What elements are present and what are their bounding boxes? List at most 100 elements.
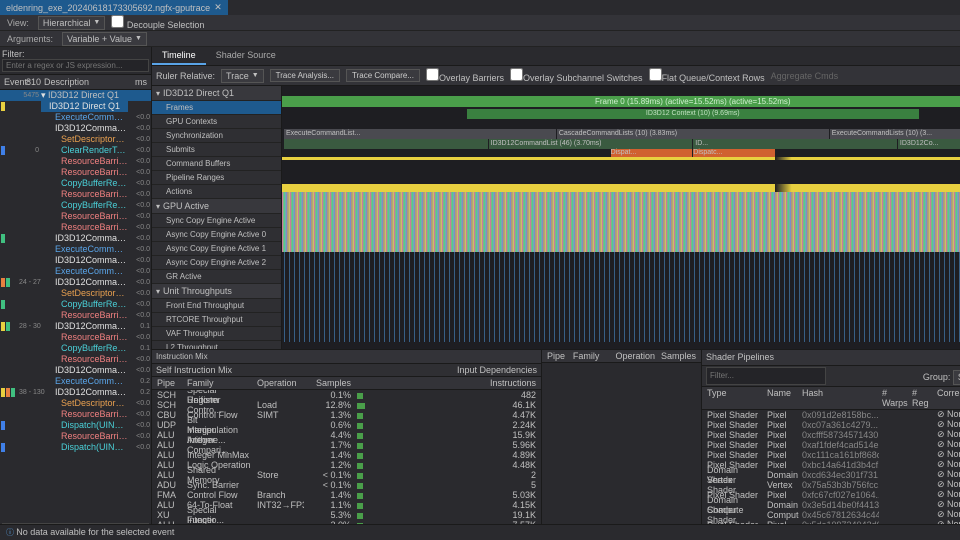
tab-shader[interactable]: Shader Source <box>206 47 286 65</box>
tl-async2[interactable]: Async Copy Engine Active 2 <box>152 256 281 270</box>
overlay-barriers-checkbox[interactable]: Overlay Barriers <box>426 68 504 83</box>
timeline-sections: ▾ ID3D12 Direct Q1 Frames GPU Contexts S… <box>152 86 282 349</box>
timeline-canvas[interactable]: Frame 0 (15.89ms) (active=15.52ms) (acti… <box>282 86 960 349</box>
tree-row[interactable]: ExecuteCommandList(ID3...<0.0 <box>0 266 151 277</box>
tl-sync[interactable]: Synchronization <box>152 129 281 143</box>
tree-row[interactable]: SetDescriptorHeaps(000...<0.0 <box>0 288 151 299</box>
view-dropdown[interactable]: Hierarchical▼ <box>38 16 105 30</box>
tl-submits[interactable]: Submits <box>152 143 281 157</box>
cmd-bar[interactable]: ExecuteCommandList... <box>284 129 556 139</box>
status-bar: ⓘ No data available for the selected eve… <box>0 524 960 540</box>
tl-gpu-active[interactable]: ▾ GPU Active <box>152 199 281 214</box>
trace-analysis-button[interactable]: Trace Analysis... <box>270 69 340 82</box>
instr-row[interactable]: ADUSync. Barrier< 0.1%5 <box>152 480 541 490</box>
tl-pipe[interactable]: Pipeline Ranges <box>152 171 281 185</box>
cmd-bar[interactable]: ExecuteCommandLists (10) (3... <box>830 129 960 139</box>
tree-row[interactable]: CopyBufferRegion(ID3D...0.1 <box>0 343 151 354</box>
shader-row[interactable]: Pixel ShaderPixel0xaf1fdef4cad514e...⊘ N… <box>702 440 960 450</box>
args-label: Arguments: <box>4 33 56 45</box>
frame-bar[interactable]: Frame 0 (15.89ms) (active=15.52ms) (acti… <box>282 96 960 107</box>
tl-fe[interactable]: Front End Throughput <box>152 299 281 313</box>
tl-async1[interactable]: Async Copy Engine Active 1 <box>152 242 281 256</box>
tree-row[interactable]: ResourceBarrier(UINT N...<0.0 <box>0 354 151 365</box>
tab-timeline[interactable]: Timeline <box>152 47 206 65</box>
tree-row[interactable]: ExecuteCommandList(ID3...<0.0 <box>0 112 151 123</box>
tl-async0[interactable]: Async Copy Engine Active 0 <box>152 228 281 242</box>
instr-mix-title: Instruction Mix <box>152 350 541 364</box>
tree-row[interactable]: ResourceBarrier(UINT N...<0.0 <box>0 211 151 222</box>
tree-row[interactable]: CopyBufferRegion(ID3D...<0.0 <box>0 200 151 211</box>
file-tab[interactable]: eldenring_exe_20240618173305692.ngfx-gpu… <box>0 0 228 15</box>
trace-compare-button[interactable]: Trace Compare... <box>346 69 420 82</box>
tl-rtcore[interactable]: RTCORE Throughput <box>152 313 281 327</box>
cmd-bar[interactable]: CascadeCommandLists (10) (3.83ms) <box>557 129 829 139</box>
cmd-bar[interactable]: ID3D12CommandList (46) (3.70ms) <box>489 139 693 149</box>
tree-row[interactable]: 28 - 30ID3D12CommandList (4)0.1 <box>0 321 151 332</box>
cmd-bar[interactable]: ID3D12Co... <box>898 139 960 149</box>
shader-row[interactable]: Vertex ShaderVertex0x75a53b3b756fcc...⊘ … <box>702 480 960 490</box>
close-icon[interactable]: ✕ <box>214 2 222 13</box>
group-dropdown[interactable]: Shader Object▾ <box>953 370 960 385</box>
tree-row[interactable]: ResourceBarrier(UINT N...<0.0 <box>0 431 151 442</box>
tree-row[interactable]: ResourceBarrier(UINT N...<0.0 <box>0 222 151 233</box>
tl-unit[interactable]: ▾ Unit Throughputs <box>152 284 281 299</box>
tree-row[interactable]: CopyBufferRegion(ID3D...<0.0 <box>0 178 151 189</box>
filter-input[interactable] <box>2 59 149 72</box>
instr-row[interactable]: FMAControl FlowBranch1.4%5.03K <box>152 490 541 500</box>
tl-sync-copy[interactable]: Sync Copy Engine Active <box>152 214 281 228</box>
shader-row[interactable]: Pixel ShaderPixel0xc111ca161bf868d...⊘ N… <box>702 450 960 460</box>
center-tabs: Timeline Shader Source <box>152 47 960 66</box>
tree-row[interactable]: ID3D12CommandList (0)<0.0 <box>0 123 151 134</box>
shader-pipelines-panel: Shader PipelinesID3D12Device ▾ Total Sam… <box>702 350 960 539</box>
instr-row[interactable]: ALUInteger MinMax1.4%4.89K <box>152 450 541 460</box>
flat-checkbox[interactable]: Flat Queue/Context Rows <box>649 68 765 83</box>
tree-row[interactable]: ExecuteCommandList(ID3...<0.0 <box>0 244 151 255</box>
tree-row[interactable]: ResourceBarrier(UINT N...<0.0 <box>0 156 151 167</box>
tree-row[interactable]: ID3D12CommandList (1)<0.0 <box>0 233 151 244</box>
ruler-label: Ruler Relative: <box>156 71 215 81</box>
tree-root[interactable]: 5475▾ ID3D12 Direct Q1 <box>0 90 151 101</box>
ruler-dropdown[interactable]: Trace▼ <box>221 69 264 83</box>
tree-row[interactable]: ResourceBarrier(UINT N...<0.0 <box>0 409 151 420</box>
main-toolbar: View: Hierarchical▼ Decouple Selection <box>0 15 960 31</box>
shader-row[interactable]: Pixel ShaderPixel0xcfff58734571430...⊘ N… <box>702 430 960 440</box>
args-dropdown[interactable]: Variable + Value▼ <box>62 32 147 46</box>
tl-vaf[interactable]: VAF Throughput <box>152 327 281 341</box>
tree-row[interactable]: 0ClearRenderTargetView(...<0.0 <box>0 145 151 156</box>
tl-gr[interactable]: GR Active <box>152 270 281 284</box>
tree-header: Event:810Descriptionms <box>0 75 151 90</box>
instr-row[interactable]: ALUShared MemoryStore< 0.1%2 <box>152 470 541 480</box>
shader-filter[interactable] <box>706 367 826 385</box>
tree-row[interactable]: ID3D12 Direct Q1 <box>0 101 151 112</box>
tree-row[interactable]: SetDescriptorHeaps(000...<0.0 <box>0 134 151 145</box>
event-tree-panel: Filter: Event:810Descriptionms 5475▾ ID3… <box>0 47 152 539</box>
instr-row[interactable]: SCHUniform Contro...Load12.8%46.1K <box>152 400 541 410</box>
tree-row[interactable]: ID3D12CommandList (2)<0.0 <box>0 255 151 266</box>
tree-row[interactable]: 38 - 130ID3D12CommandList (6)0.2 <box>0 387 151 398</box>
decouple-checkbox[interactable]: Decouple Selection <box>111 15 204 30</box>
cmd-bar[interactable] <box>284 139 488 149</box>
shader-row[interactable]: Compute ShaderCompute0x45c67812634c44...… <box>702 510 960 520</box>
overlay-sub-checkbox[interactable]: Overlay Subchannel Switches <box>510 68 643 83</box>
tree-row[interactable]: Dispatch(UINT ThreadG...<0.0 <box>0 420 151 431</box>
tree-row[interactable]: ResourceBarrier(UINT N...<0.0 <box>0 332 151 343</box>
tree-row[interactable]: ResourceBarrier(UINT N...<0.0 <box>0 167 151 178</box>
tl-frames[interactable]: Frames <box>152 101 281 115</box>
context-bar[interactable]: ID3D12 Context (10) (9.69ms) <box>467 109 919 119</box>
tree-row[interactable]: ResourceBarrier(UINT N...<0.0 <box>0 310 151 321</box>
tl-gpu-ctx[interactable]: GPU Contexts <box>152 115 281 129</box>
instr-row[interactable]: ALUInteger Compari...1.7%5.96K <box>152 440 541 450</box>
tree-row[interactable]: 24 - 27ID3D12CommandList (3)<0.0 <box>0 277 151 288</box>
tl-d3d[interactable]: ▾ ID3D12 Direct Q1 <box>152 86 281 101</box>
tree-row[interactable]: ID3D12CommandList (5)<0.0 <box>0 365 151 376</box>
tree-row[interactable]: ResourceBarrier(UINT N...<0.0 <box>0 189 151 200</box>
tree-row[interactable]: Dispatch(UINT ThreadG...<0.0 <box>0 442 151 453</box>
shader-row[interactable]: Pixel ShaderPixel0xc07a361c4279...⊘ None… <box>702 420 960 430</box>
tree-row[interactable]: CopyBufferRegion(ID3D...<0.0 <box>0 299 151 310</box>
tl-actions[interactable]: Actions <box>152 185 281 199</box>
tree-row[interactable]: SetDescriptorHeaps(000...<0.0 <box>0 398 151 409</box>
tree-row[interactable]: ExecuteCommandList(ID3...0.2 <box>0 376 151 387</box>
tl-cmdbuf[interactable]: Command Buffers <box>152 157 281 171</box>
cmd-bar[interactable]: ID... <box>693 139 897 149</box>
shader-row[interactable]: Pixel ShaderPixel0x091d2e8158bc...⊘ None… <box>702 410 960 420</box>
